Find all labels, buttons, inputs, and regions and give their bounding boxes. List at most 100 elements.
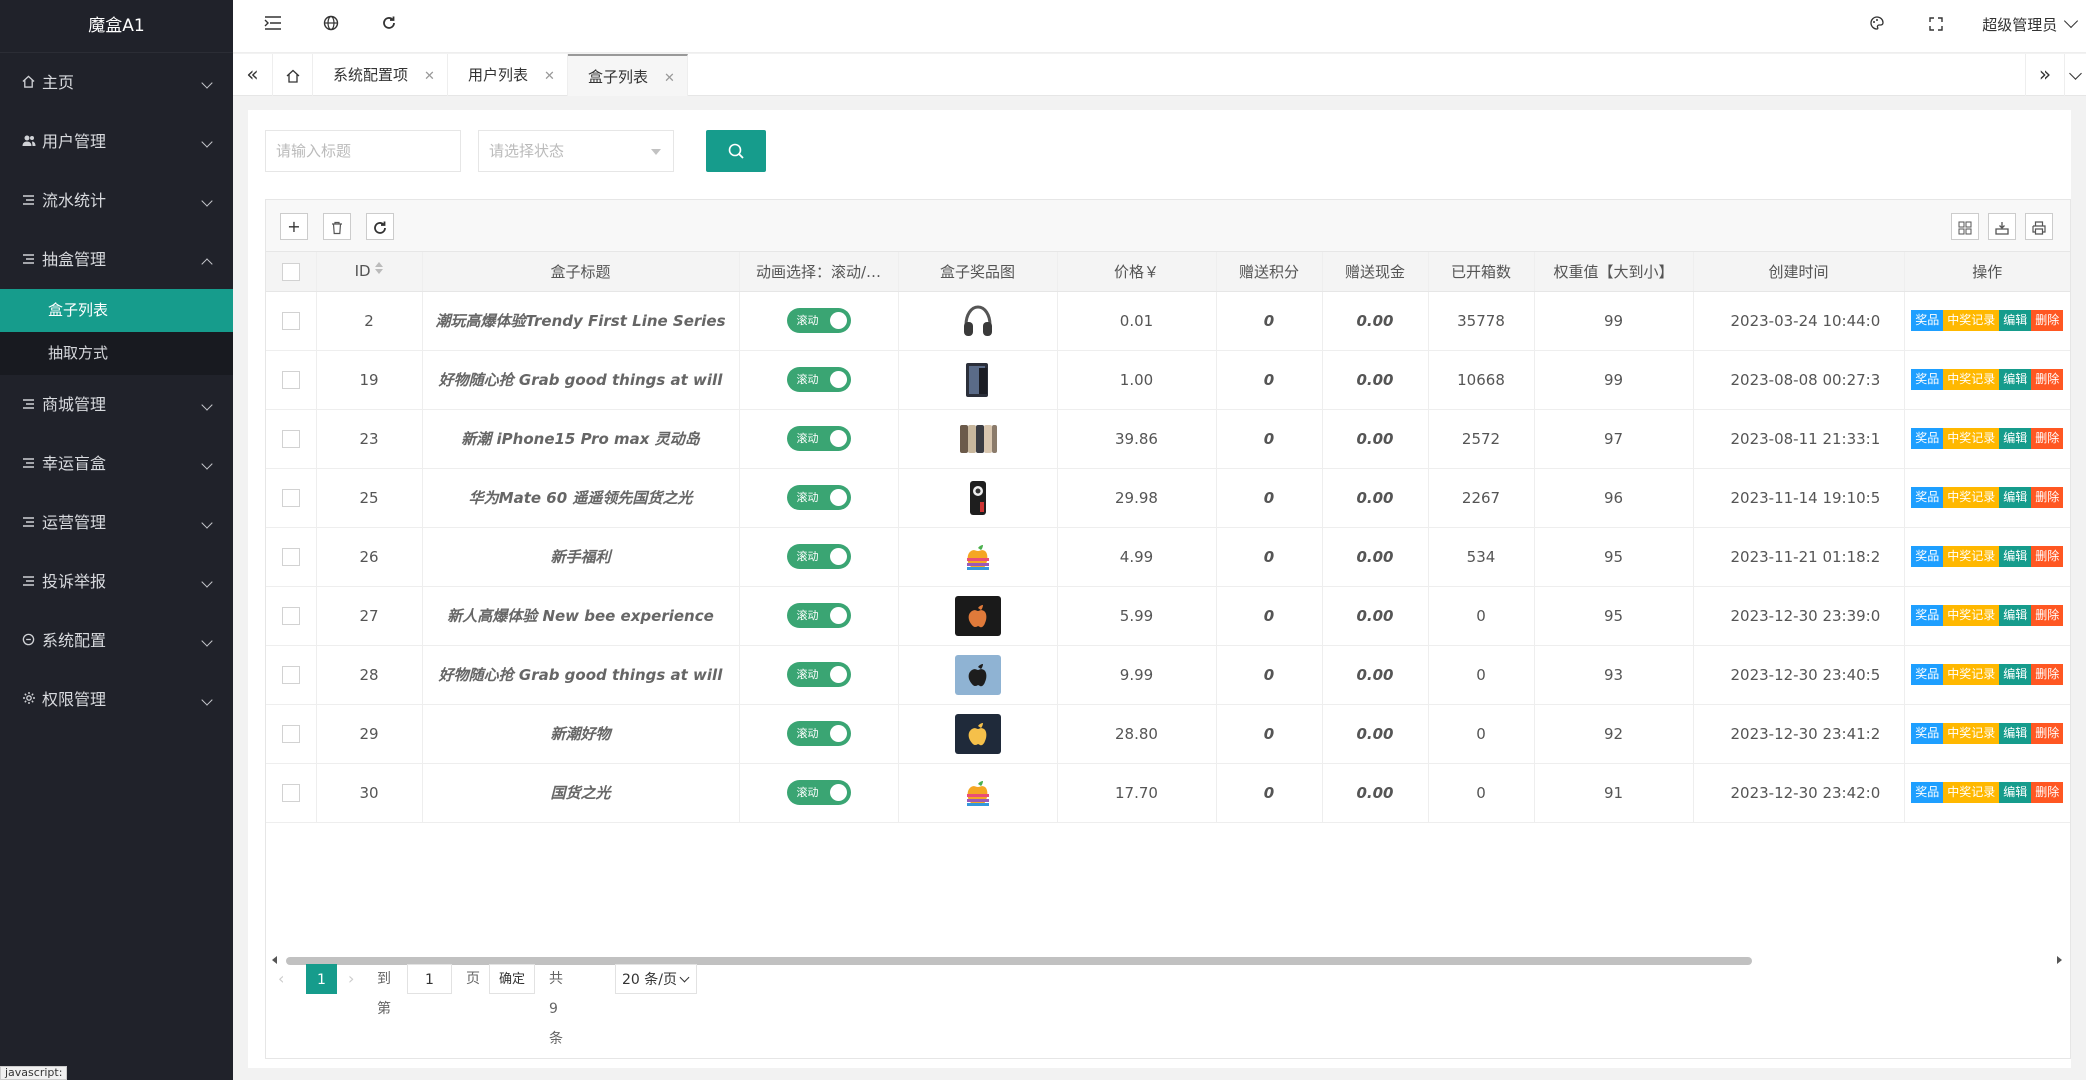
prize-button[interactable]: 奖品 — [1911, 310, 1944, 331]
next-page-icon[interactable]: › — [348, 964, 354, 994]
row-checkbox[interactable] — [281, 370, 300, 389]
prize-button[interactable]: 奖品 — [1911, 723, 1944, 744]
tabs-scroll-left-icon[interactable]: « — [233, 54, 273, 96]
sidebar-item-1[interactable]: 用户管理 — [0, 112, 233, 171]
win-records-button[interactable]: 中奖记录 — [1943, 605, 2000, 626]
prize-button[interactable]: 奖品 — [1911, 546, 1944, 567]
prize-thumbnail[interactable] — [954, 359, 1001, 400]
animation-toggle[interactable]: 滚动 — [786, 485, 851, 510]
tabs-scroll-right-icon[interactable]: » — [2025, 54, 2065, 96]
select-all-checkbox[interactable] — [281, 262, 300, 281]
table-row[interactable]: 19 好物随心抢 Grab good things at will 滚动 1.00 0 0… — [266, 350, 2070, 410]
table-row[interactable]: 26 新手福利 滚动 4.99 0 0.00 534 95 2023-11-21 01:18:2… — [266, 527, 2070, 587]
sidebar-subitem-0[interactable]: 盒子列表 — [0, 289, 233, 332]
sidebar-item-7[interactable]: 投诉举报 — [0, 552, 233, 611]
row-checkbox[interactable] — [281, 665, 300, 684]
win-records-button[interactable]: 中奖记录 — [1943, 664, 2000, 685]
page-size-select[interactable]: 20 条/页 — [615, 964, 697, 994]
row-checkbox[interactable] — [281, 724, 300, 743]
table-row[interactable]: 2 潮玩高爆体验Trendy First Line Series 滚动 0.01 0 0.… — [266, 291, 2070, 351]
animation-toggle[interactable]: 滚动 — [786, 721, 851, 746]
row-checkbox[interactable] — [281, 429, 300, 448]
win-records-button[interactable]: 中奖记录 — [1943, 782, 2000, 803]
win-records-button[interactable]: 中奖记录 — [1943, 369, 2000, 390]
sidebar-item-3[interactable]: 抽盒管理 — [0, 230, 233, 289]
sidebar-item-5[interactable]: 幸运盲盒 — [0, 434, 233, 493]
row-checkbox[interactable] — [281, 606, 300, 625]
search-button[interactable] — [706, 130, 766, 172]
table-row[interactable]: 28 好物随心抢 Grab good things at will 滚动 9.99 0 0… — [266, 645, 2070, 705]
delete-button[interactable]: 删除 — [2031, 664, 2064, 685]
table-row[interactable]: 30 国货之光 滚动 17.70 0 0.00 0 91 2023-12-30 23:42:0 奖… — [266, 763, 2070, 823]
win-records-button[interactable]: 中奖记录 — [1943, 310, 2000, 331]
edit-button[interactable]: 编辑 — [1999, 369, 2032, 390]
win-records-button[interactable]: 中奖记录 — [1943, 546, 2000, 567]
animation-toggle[interactable]: 滚动 — [786, 367, 851, 392]
prize-button[interactable]: 奖品 — [1911, 605, 1944, 626]
delete-button[interactable]: 删除 — [2031, 605, 2064, 626]
sidebar-item-9[interactable]: 权限管理 — [0, 670, 233, 729]
edit-button[interactable]: 编辑 — [1999, 605, 2032, 626]
table-row[interactable]: 23 新潮 iPhone15 Pro max 灵动岛 滚动 39.86 0 0.00 257… — [266, 409, 2070, 469]
animation-toggle[interactable]: 滚动 — [786, 662, 851, 687]
prize-thumbnail[interactable] — [954, 300, 1001, 341]
home-tab-icon[interactable] — [273, 54, 313, 96]
delete-button[interactable]: 删除 — [2031, 369, 2064, 390]
prev-page-icon[interactable]: ‹ — [278, 964, 284, 994]
edit-button[interactable]: 编辑 — [1999, 664, 2032, 685]
edit-button[interactable]: 编辑 — [1999, 782, 2032, 803]
scroll-right-arrow-icon[interactable] — [2057, 956, 2062, 964]
theme-palette-icon[interactable] — [1865, 14, 1889, 38]
edit-button[interactable]: 编辑 — [1999, 723, 2032, 744]
win-records-button[interactable]: 中奖记录 — [1943, 487, 2000, 508]
prize-thumbnail[interactable] — [954, 654, 1001, 695]
refresh-icon[interactable] — [377, 14, 401, 38]
tab-2[interactable]: 盒子列表 ✕ — [568, 54, 688, 96]
close-icon[interactable]: ✕ — [544, 69, 555, 84]
page-1-button[interactable]: 1 — [306, 964, 337, 994]
row-checkbox[interactable] — [281, 311, 300, 330]
delete-button[interactable]: 删除 — [2031, 782, 2064, 803]
delete-button[interactable]: 删除 — [2031, 487, 2064, 508]
animation-toggle[interactable]: 滚动 — [786, 308, 851, 333]
delete-icon[interactable] — [323, 213, 351, 240]
delete-button[interactable]: 删除 — [2031, 428, 2064, 449]
columns-filter-icon[interactable] — [1951, 213, 1979, 240]
print-icon[interactable] — [2025, 213, 2053, 240]
tab-0[interactable]: 系统配置项 ✕ — [313, 54, 448, 96]
prize-thumbnail[interactable] — [954, 477, 1001, 518]
row-checkbox[interactable] — [281, 547, 300, 566]
prize-button[interactable]: 奖品 — [1911, 428, 1944, 449]
prize-button[interactable]: 奖品 — [1911, 664, 1944, 685]
page-number-input[interactable]: 1 — [407, 964, 452, 994]
export-icon[interactable] — [1988, 213, 2016, 240]
scroll-left-arrow-icon[interactable] — [272, 956, 277, 964]
prize-button[interactable]: 奖品 — [1911, 369, 1944, 390]
col-id[interactable]: ID — [316, 252, 423, 292]
prize-thumbnail[interactable] — [954, 418, 1001, 459]
globe-icon[interactable] — [319, 14, 343, 38]
animation-toggle[interactable]: 滚动 — [786, 603, 851, 628]
confirm-page-button[interactable]: 确定 — [489, 964, 535, 994]
horizontal-scrollbar[interactable] — [272, 954, 2062, 966]
row-checkbox[interactable] — [281, 488, 300, 507]
delete-button[interactable]: 删除 — [2031, 546, 2064, 567]
row-checkbox[interactable] — [281, 783, 300, 802]
title-search-input[interactable]: 请输入标题 — [265, 130, 461, 172]
prize-button[interactable]: 奖品 — [1911, 782, 1944, 803]
animation-toggle[interactable]: 滚动 — [786, 426, 851, 451]
fullscreen-icon[interactable] — [1924, 14, 1948, 38]
prize-thumbnail[interactable] — [954, 536, 1001, 577]
close-icon[interactable]: ✕ — [664, 71, 675, 86]
animation-toggle[interactable]: 滚动 — [786, 544, 851, 569]
close-icon[interactable]: ✕ — [424, 69, 435, 84]
refresh-table-icon[interactable] — [366, 213, 394, 240]
edit-button[interactable]: 编辑 — [1999, 310, 2032, 331]
edit-button[interactable]: 编辑 — [1999, 487, 2032, 508]
status-select[interactable]: 请选择状态 — [478, 130, 674, 172]
menu-toggle-icon[interactable] — [261, 14, 285, 38]
win-records-button[interactable]: 中奖记录 — [1943, 428, 2000, 449]
sidebar-item-6[interactable]: 运营管理 — [0, 493, 233, 552]
add-icon[interactable]: + — [280, 213, 308, 240]
tab-1[interactable]: 用户列表 ✕ — [448, 54, 568, 96]
